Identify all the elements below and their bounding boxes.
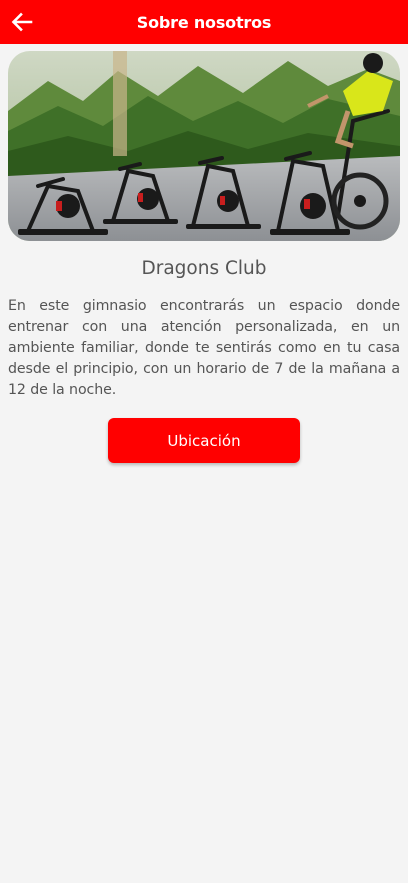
location-button[interactable]: Ubicación — [108, 418, 300, 463]
arrow-left-icon — [11, 12, 33, 32]
page-title: Sobre nosotros — [136, 12, 272, 32]
gym-hero-image — [8, 51, 400, 241]
club-name: Dragons Club — [141, 258, 267, 279]
app-bar: Sobre nosotros — [0, 0, 408, 44]
club-description: En este gimnasio encontrarás un espacio … — [8, 298, 400, 398]
back-button[interactable] — [6, 6, 38, 38]
